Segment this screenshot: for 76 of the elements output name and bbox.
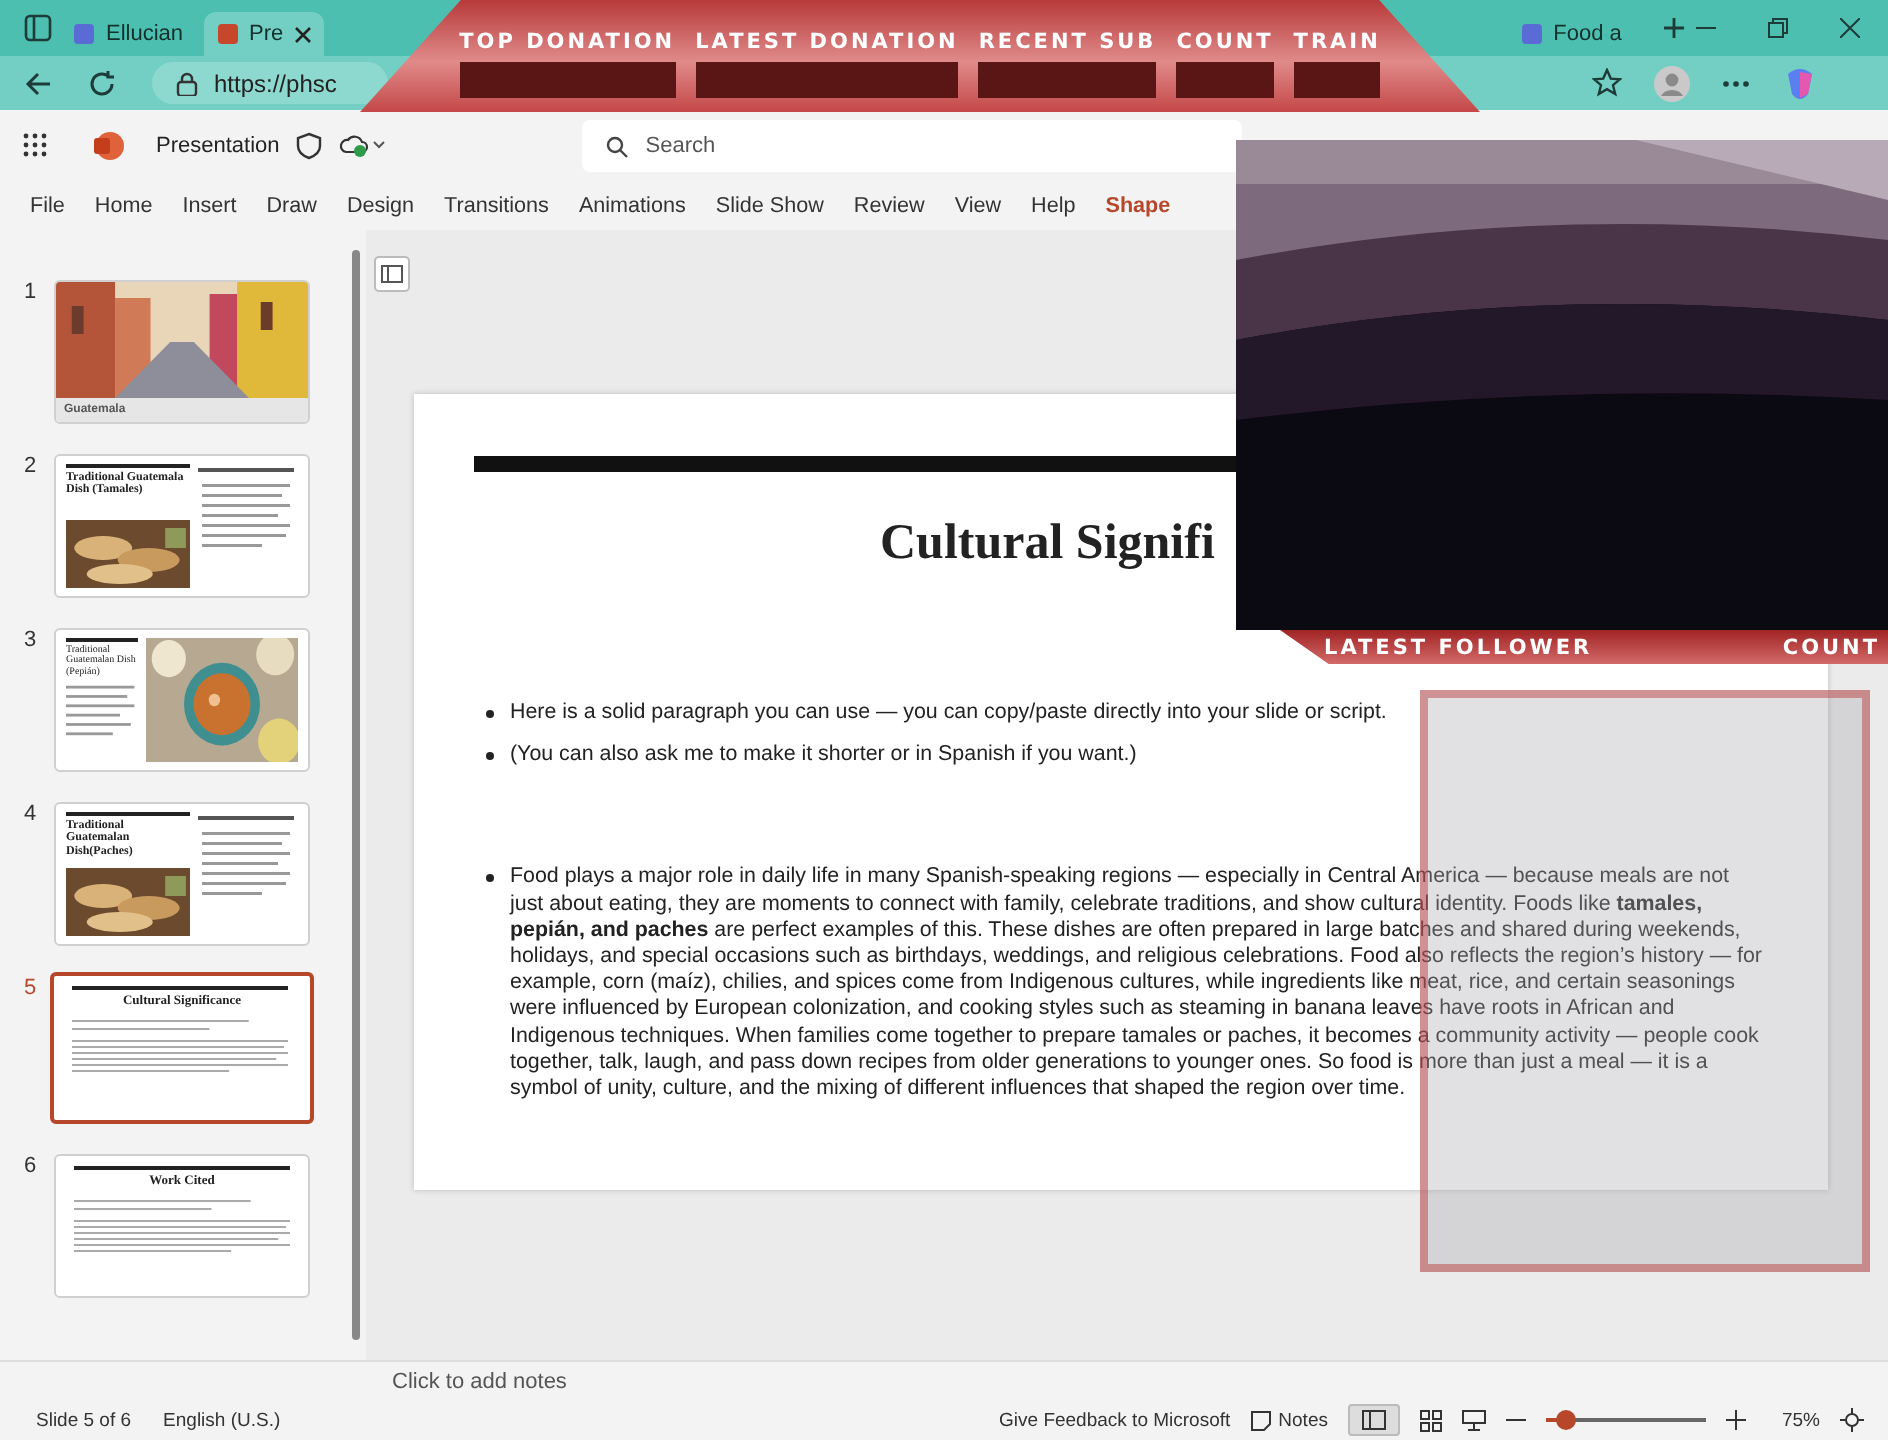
refresh-icon[interactable] — [88, 69, 116, 97]
bullet-text: (You can also ask me to make it shorter or in Spanish if you want.) — [510, 742, 1137, 769]
ribbon-tab[interactable]: Draw — [266, 193, 317, 217]
overlay-label: LATEST DONATION — [695, 30, 959, 54]
notes-button[interactable]: Notes — [1250, 1409, 1328, 1431]
ribbon-tab[interactable]: Design — [346, 193, 415, 217]
restore-icon[interactable] — [1768, 18, 1788, 38]
search-icon — [605, 135, 628, 157]
overlay-label: COUNT — [1176, 30, 1274, 54]
ribbon-tab[interactable]: Home — [94, 193, 153, 217]
browser-tab[interactable]: Food a — [1507, 12, 1634, 56]
notes-field[interactable]: Click to add notes — [392, 1363, 992, 1399]
slider-thumb[interactable] — [1555, 1410, 1576, 1430]
feedback-link[interactable]: Give Feedback to Microsoft — [999, 1409, 1231, 1431]
ribbon-tab[interactable]: View — [954, 193, 1002, 217]
ribbon-tab[interactable]: Review — [853, 193, 925, 217]
notes-icon — [1250, 1409, 1273, 1431]
overlay-label: LATEST FOLLOWER — [1324, 635, 1593, 659]
slide-number: 3 — [24, 628, 36, 656]
tab-title: Pre — [249, 22, 284, 46]
slide-number: 4 — [24, 802, 36, 830]
zoom-level[interactable]: 75% — [1781, 1409, 1820, 1431]
slide-number: 1 — [24, 280, 36, 308]
back-icon[interactable] — [24, 69, 52, 97]
lock-icon — [176, 71, 198, 95]
page-icon — [215, 22, 240, 46]
ribbon-tab[interactable]: Transitions — [444, 193, 549, 217]
ribbon-tab[interactable]: Help — [1031, 193, 1076, 217]
page-icon — [1519, 22, 1544, 46]
presenter-icon[interactable] — [1461, 1409, 1486, 1431]
page-icon — [72, 22, 96, 46]
browser-tab[interactable]: Pre — [203, 12, 324, 56]
bullet-icon — [486, 710, 494, 718]
slide-counter: Slide 5 of 6 — [36, 1409, 132, 1431]
plus-icon[interactable] — [1661, 16, 1686, 40]
language-label[interactable]: English (U.S.) — [163, 1409, 281, 1431]
slide-title: Cultural Signifi — [880, 516, 1215, 572]
more-icon[interactable] — [1722, 79, 1750, 87]
panel-toggle-icon[interactable] — [374, 256, 410, 292]
overlay-label: TRAIN — [1293, 30, 1381, 54]
bullet-icon — [486, 752, 494, 761]
search-field[interactable]: Search — [581, 119, 1242, 171]
text-lines-drawing — [66, 681, 138, 738]
normal-view-button[interactable] — [1347, 1404, 1400, 1436]
favorites-icon[interactable] — [1592, 68, 1622, 98]
ribbon-tab[interactable]: Animations — [578, 193, 686, 217]
app-launcher-icon[interactable] — [22, 132, 48, 158]
overlay-label: RECENT SUB — [978, 30, 1157, 54]
ribbon-tab[interactable]: Shape — [1105, 193, 1171, 217]
slide-number: 6 — [24, 1154, 36, 1182]
bullet-text: Here is a solid paragraph you can use — you can copy/paste directly into your slide or script. — [510, 700, 1387, 727]
tab-title: Food a — [1553, 22, 1622, 46]
overlay-label: TOP DONATION — [459, 30, 676, 54]
tab-title: Ellucian — [106, 22, 184, 46]
grid-view-icon[interactable] — [1419, 1409, 1442, 1431]
sidebar-icon[interactable] — [24, 14, 52, 42]
cloud-check-icon[interactable] — [337, 132, 386, 158]
fit-icon[interactable] — [1840, 1408, 1864, 1432]
browser-tab[interactable]: Ellucian — [60, 12, 196, 56]
document-title[interactable]: Presentation — [156, 133, 280, 157]
shield-icon[interactable] — [295, 131, 322, 159]
overlay-value-box — [1293, 62, 1381, 98]
address-field[interactable]: https://phsc — [152, 62, 388, 104]
slide-number: 5 — [24, 976, 36, 1004]
ribbon-tab[interactable]: Insert — [182, 193, 237, 217]
overlay-value-box — [1176, 62, 1274, 98]
overlay-label: COUNT — [1782, 635, 1880, 659]
close-icon[interactable] — [293, 25, 312, 43]
normal-view-icon — [1361, 1410, 1386, 1430]
slide-number: 2 — [24, 454, 36, 482]
ribbon-tab[interactable]: Slide Show — [715, 193, 824, 217]
close-icon[interactable] — [1840, 18, 1860, 38]
app-logo-icon — [92, 129, 124, 161]
zoom-in-icon[interactable] — [1725, 1410, 1746, 1430]
bullet-icon — [486, 874, 494, 883]
ribbon-tab[interactable]: File — [30, 193, 65, 217]
